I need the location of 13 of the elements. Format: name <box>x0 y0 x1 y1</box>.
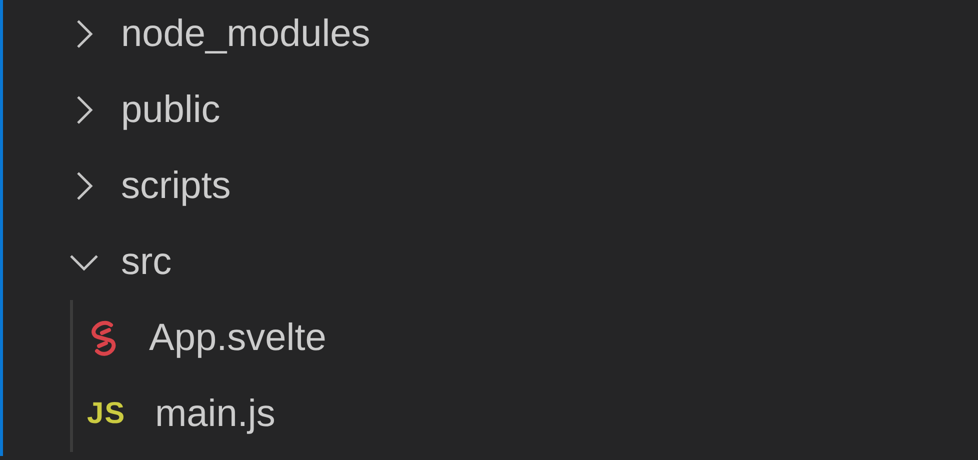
file-row[interactable]: JS main.js <box>73 376 978 452</box>
folder-name: scripts <box>121 164 231 208</box>
file-name: App.svelte <box>149 316 326 360</box>
folder-name: public <box>121 88 220 132</box>
folder-name: src <box>121 240 172 284</box>
folder-name: node_modules <box>121 12 370 56</box>
folder-row[interactable]: public <box>3 72 978 148</box>
folder-row[interactable]: src <box>3 224 978 300</box>
file-row[interactable]: App.svelte <box>73 300 978 376</box>
folder-row[interactable]: scripts <box>3 148 978 224</box>
folder-row[interactable]: node_modules <box>3 0 978 72</box>
file-name: main.js <box>155 392 276 436</box>
js-file-icon: JS <box>87 397 127 431</box>
